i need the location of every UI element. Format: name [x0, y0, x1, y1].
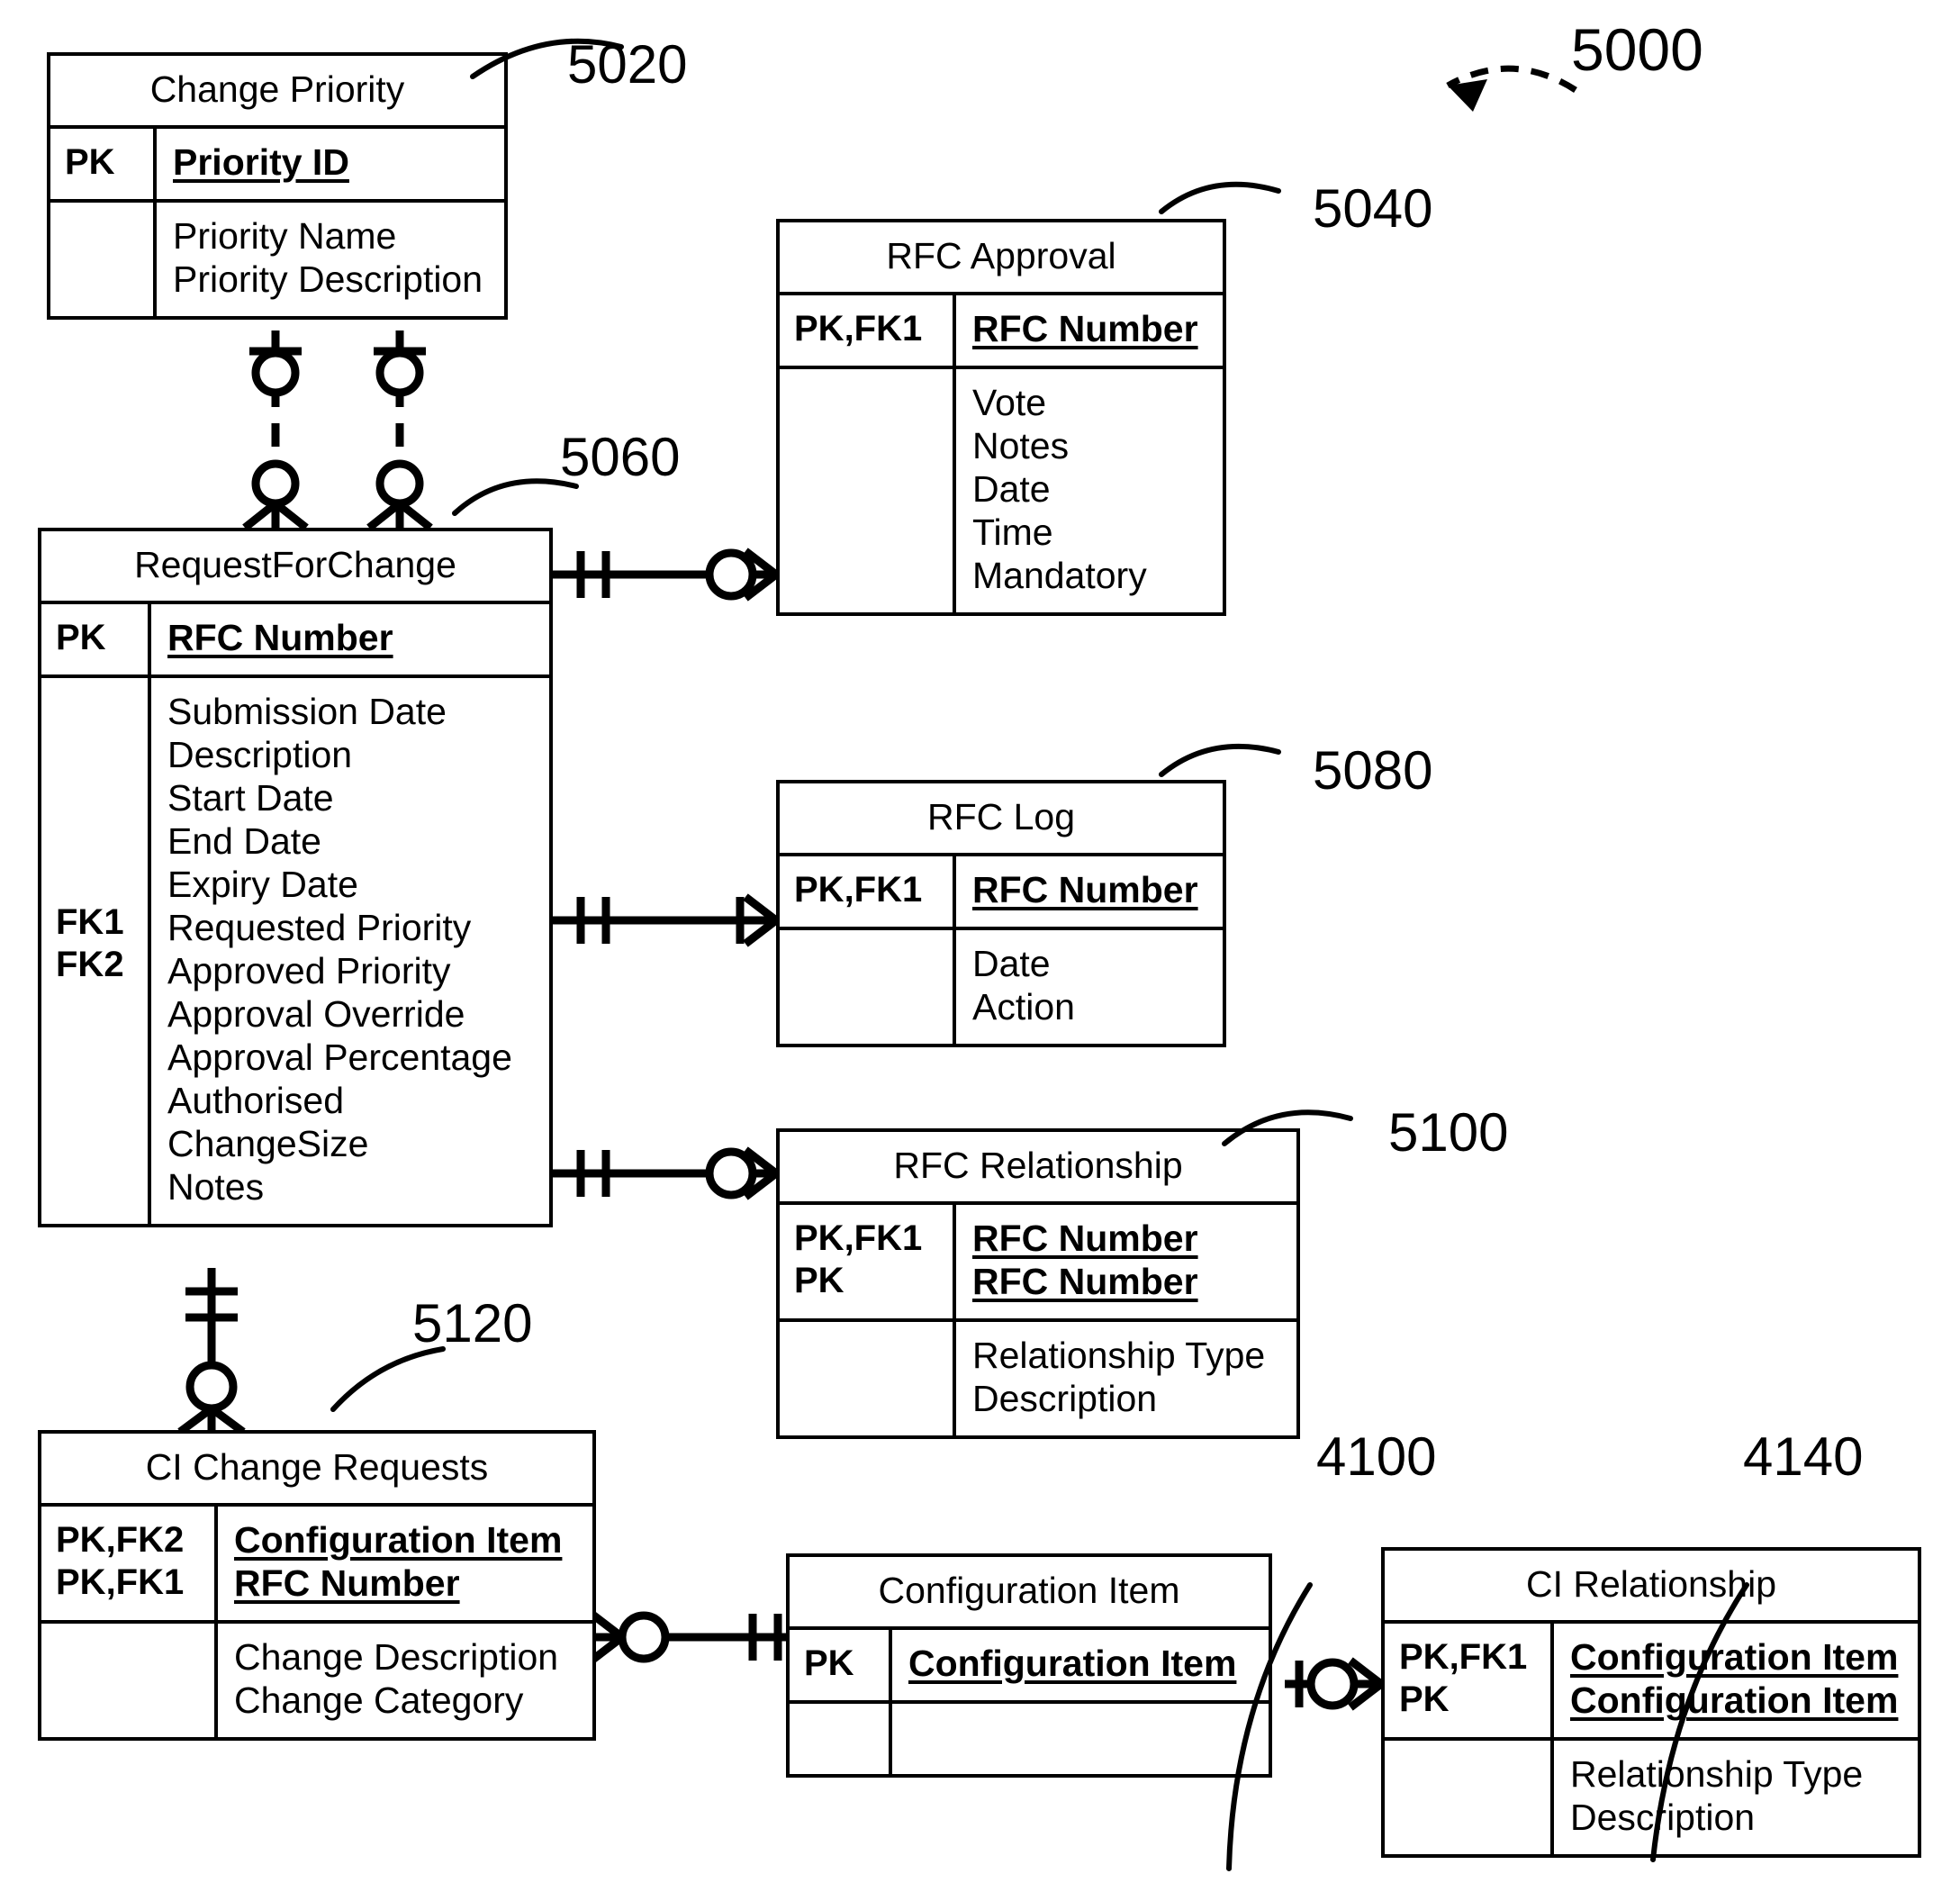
entity-ci-relationship[interactable]: CI Relationship PK,FK1 PK Configuration …: [1381, 1547, 1921, 1858]
connector-rfc-relationship: [552, 1146, 779, 1200]
entity-ci-change-requests[interactable]: CI Change Requests PK,FK2 PK,FK1 Configu…: [38, 1430, 596, 1741]
key-column: [780, 930, 956, 1044]
attribute-column: Configuration Item RFC Number: [234, 1519, 563, 1605]
leader-5120: [330, 1346, 446, 1412]
entity-request-for-change[interactable]: RequestForChange PK RFC Number FK1 FK2 S…: [38, 528, 553, 1227]
entity-configuration-item[interactable]: Configuration Item PK Configuration Item: [786, 1553, 1272, 1778]
key-column: PK: [41, 604, 151, 675]
entity-title-ci-relationship: CI Relationship: [1385, 1551, 1918, 1625]
leader-5000-arrow: [1446, 65, 1577, 93]
attribute-column: RFC Number: [167, 617, 393, 659]
attr-section-rfc-approval: Vote Notes Date Time Mandatory: [780, 369, 1223, 612]
key-section-rfc-log: PK,FK1 RFC Number: [780, 856, 1223, 931]
entity-rfc-approval[interactable]: RFC Approval PK,FK1 RFC Number Vote Note…: [776, 219, 1226, 616]
reference-number-5060: 5060: [560, 427, 681, 487]
attribute-column: Relationship Type Description: [1570, 1752, 1864, 1838]
connector-rfc-ci-change-requests: [177, 1268, 246, 1435]
reference-number-5080: 5080: [1313, 740, 1433, 801]
key-column: [790, 1704, 892, 1774]
key-section-request-for-change: PK RFC Number: [41, 604, 549, 679]
connector-rfc-approval: [552, 548, 779, 602]
connector-priority-requested: [242, 330, 309, 531]
fk2-label: FK2: [56, 944, 124, 984]
key-column: [41, 1623, 218, 1737]
reference-number-4140: 4140: [1743, 1426, 1864, 1487]
key-column: PK: [50, 129, 157, 200]
entity-title-request-for-change: RequestForChange: [41, 531, 549, 605]
connector-rfc-log: [552, 893, 779, 947]
attribute-column: [892, 1704, 1269, 1774]
leader-5060: [452, 478, 579, 516]
key-column: PK,FK2 PK,FK1: [41, 1507, 218, 1620]
connector-configuration-item-ci-relationship: [1285, 1657, 1384, 1711]
attr-section-request-for-change: FK1 FK2 Submission Date Description Star…: [41, 678, 549, 1224]
key-section-configuration-item: PK Configuration Item: [790, 1630, 1269, 1705]
key-section-ci-relationship: PK,FK1 PK Configuration Item Configurati…: [1385, 1624, 1918, 1741]
attr-section-configuration-item: [790, 1704, 1269, 1774]
key-section-rfc-approval: PK,FK1 RFC Number: [780, 295, 1223, 370]
attribute-column: RFC Number: [972, 869, 1198, 911]
entity-title-rfc-approval: RFC Approval: [780, 222, 1223, 296]
attribute-column: Vote Notes Date Time Mandatory: [972, 382, 1147, 596]
leader-5040: [1159, 181, 1281, 214]
attr-section-ci-relationship: Relationship Type Description: [1385, 1740, 1918, 1854]
attribute-column: Submission Date Description Start Date E…: [167, 691, 512, 1208]
attribute-column: RFC Number: [972, 308, 1198, 350]
attribute-column: Configuration Item Configuration Item: [1570, 1636, 1899, 1722]
reference-number-4100: 4100: [1316, 1426, 1437, 1487]
connector-ci-change-requests-configuration-item: [589, 1610, 786, 1664]
entity-title-rfc-relationship: RFC Relationship: [780, 1132, 1296, 1206]
key-column: PK,FK1 PK: [780, 1205, 956, 1318]
key-column: PK,FK1: [780, 295, 956, 367]
reference-number-5100: 5100: [1388, 1102, 1509, 1163]
key-column: PK,FK1: [780, 856, 956, 928]
key-column: FK1 FK2: [41, 678, 151, 1224]
attr-section-change-priority: Priority Name Priority Description: [50, 203, 504, 316]
attribute-column: RFC Number RFC Number: [972, 1218, 1198, 1303]
key-column: [780, 1321, 956, 1435]
key-column: PK,FK1 PK: [1385, 1624, 1554, 1737]
entity-change-priority[interactable]: Change Priority PK Priority ID Priority …: [47, 52, 508, 320]
fk1-label: FK1: [56, 902, 124, 942]
key-column: [1385, 1740, 1554, 1854]
attr-section-ci-change-requests: Change Description Change Category: [41, 1623, 592, 1737]
reference-number-5040: 5040: [1313, 178, 1433, 239]
attribute-column: Date Action: [972, 943, 1075, 1027]
key-section-change-priority: PK Priority ID: [50, 129, 504, 204]
arrowhead-5000: [1448, 79, 1487, 112]
attribute-column: Priority Name Priority Description: [173, 215, 483, 300]
entity-rfc-relationship[interactable]: RFC Relationship PK,FK1 PK RFC Number RF…: [776, 1128, 1300, 1439]
connector-priority-approved: [366, 330, 433, 531]
key-section-ci-change-requests: PK,FK2 PK,FK1 Configuration Item RFC Num…: [41, 1507, 592, 1624]
entity-title-configuration-item: Configuration Item: [790, 1557, 1269, 1631]
attr-section-rfc-relationship: Relationship Type Description: [780, 1321, 1296, 1435]
key-section-rfc-relationship: PK,FK1 PK RFC Number RFC Number: [780, 1205, 1296, 1322]
er-diagram-canvas: Change Priority PK Priority ID Priority …: [0, 0, 1960, 1901]
entity-title-rfc-log: RFC Log: [780, 783, 1223, 857]
entity-title-ci-change-requests: CI Change Requests: [41, 1434, 592, 1507]
attribute-column: Relationship Type Description: [972, 1334, 1266, 1419]
attribute-column: Configuration Item: [908, 1643, 1237, 1685]
key-column: [780, 369, 956, 612]
entity-rfc-log[interactable]: RFC Log PK,FK1 RFC Number Date Action: [776, 780, 1226, 1047]
entity-title-change-priority: Change Priority: [50, 56, 504, 130]
key-column: PK: [790, 1630, 892, 1701]
reference-number-5020: 5020: [567, 34, 688, 95]
figure-label-5000: 5000: [1571, 16, 1703, 83]
reference-number-5120: 5120: [412, 1293, 533, 1353]
attr-section-rfc-log: Date Action: [780, 930, 1223, 1044]
attribute-column: Change Description Change Category: [234, 1635, 559, 1721]
attribute-column: Priority ID: [173, 141, 349, 184]
leader-5080: [1159, 743, 1281, 777]
key-column: [50, 203, 157, 316]
